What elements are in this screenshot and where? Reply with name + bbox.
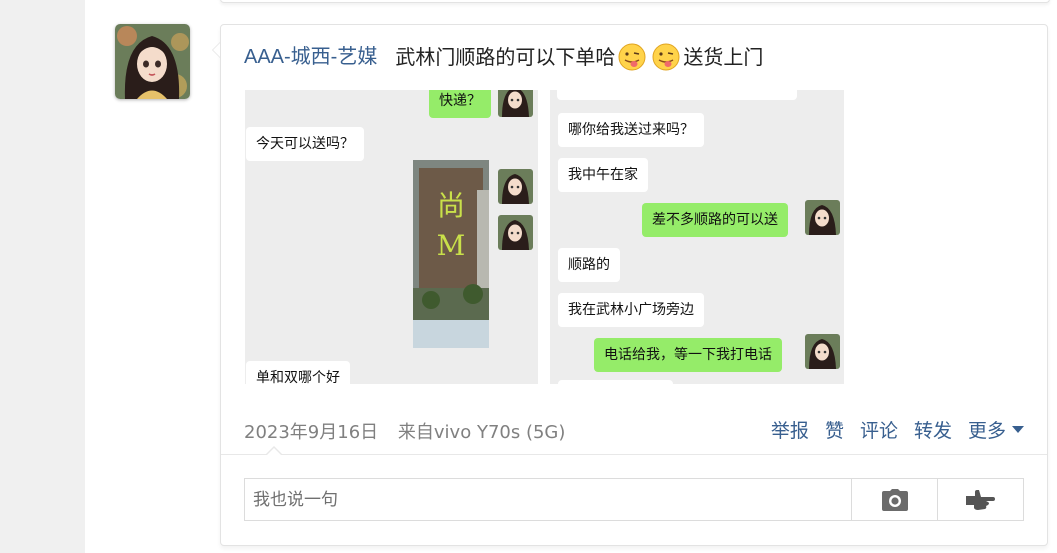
storefront-sign-line1: 尚 (436, 189, 465, 222)
tongue-out-emoji-icon (651, 42, 681, 72)
comment-link[interactable]: 评论 (860, 416, 898, 443)
author-name-link[interactable]: AAA-城西-艺媒 (244, 42, 377, 72)
chat-avatar (498, 90, 533, 117)
chat-bubble-received: 我在武林小广场旁边 (558, 293, 704, 327)
pointing-hand-icon (965, 489, 995, 510)
chat-bubble-received: 哪你给我送过来吗？ (558, 113, 704, 147)
camera-button[interactable] (851, 479, 937, 520)
post-meta: 2023年9月16日 来自vivo Y70s (5G) (244, 418, 565, 444)
repost-link[interactable]: 转发 (914, 416, 952, 443)
cropped-chat-bubble (557, 90, 797, 100)
comment-box (244, 478, 1024, 521)
like-link[interactable]: 赞 (825, 416, 844, 443)
chat-bubble-received: 单和双哪个好 (246, 361, 350, 384)
more-label: 更多 (967, 420, 1006, 442)
cropped-chat-bubble (558, 380, 673, 384)
chat-bubble-received: 我中午在家 (558, 158, 648, 192)
attached-image-1[interactable]: 快递？ 今天可以送吗？ 尚 M 单和双哪个好 (245, 90, 538, 384)
author-avatar[interactable] (115, 24, 190, 99)
card-pointer-fill (213, 43, 220, 57)
comment-input[interactable] (245, 479, 851, 520)
send-button[interactable] (937, 479, 1023, 520)
post-source: 来自vivo Y70s (5G) (397, 422, 566, 443)
chat-bubble-sent: 差不多顺路的可以送 (642, 203, 788, 237)
page-left-gutter (0, 0, 85, 553)
post-header: AAA-城西-艺媒 武林门顺路的可以下单哈 送货上门 (244, 42, 763, 72)
camera-icon (881, 488, 908, 511)
chat-bubble-received: 顺路的 (558, 248, 620, 282)
storefront-sign-line2: M (436, 229, 466, 262)
comment-divider-notch-fill (267, 448, 281, 455)
post-text-continued: 送货上门 (683, 45, 764, 69)
comment-divider (221, 454, 1047, 455)
avatar-illustration (115, 24, 190, 99)
caret-down-icon (1012, 425, 1024, 433)
chat-bubble-sent: 电话给我，等一下我打电话 (594, 338, 782, 372)
post-date[interactable]: 2023年9月16日 (244, 422, 378, 443)
previous-post-card-edge (220, 0, 1050, 3)
report-link[interactable]: 举报 (771, 416, 809, 443)
chat-avatar (498, 169, 533, 204)
chat-avatar (498, 215, 533, 250)
chat-photo-storefront: 尚 M (413, 160, 489, 348)
attached-image-2[interactable]: 哪你给我送过来吗？ 我中午在家 差不多顺路的可以送 顺路的 我在武林小广场旁边 … (550, 90, 844, 384)
chat-bubble-received: 今天可以送吗？ (246, 127, 364, 161)
chat-avatar (805, 334, 840, 369)
more-menu[interactable]: 更多 (968, 416, 1024, 443)
chat-bubble-sent: 快递？ (429, 90, 491, 118)
tongue-out-emoji-icon (617, 42, 647, 72)
chat-avatar (805, 200, 840, 235)
post-actions: 举报 赞 评论 转发 更多 (771, 416, 1024, 443)
post-text: 武林门顺路的可以下单哈 (395, 45, 616, 69)
